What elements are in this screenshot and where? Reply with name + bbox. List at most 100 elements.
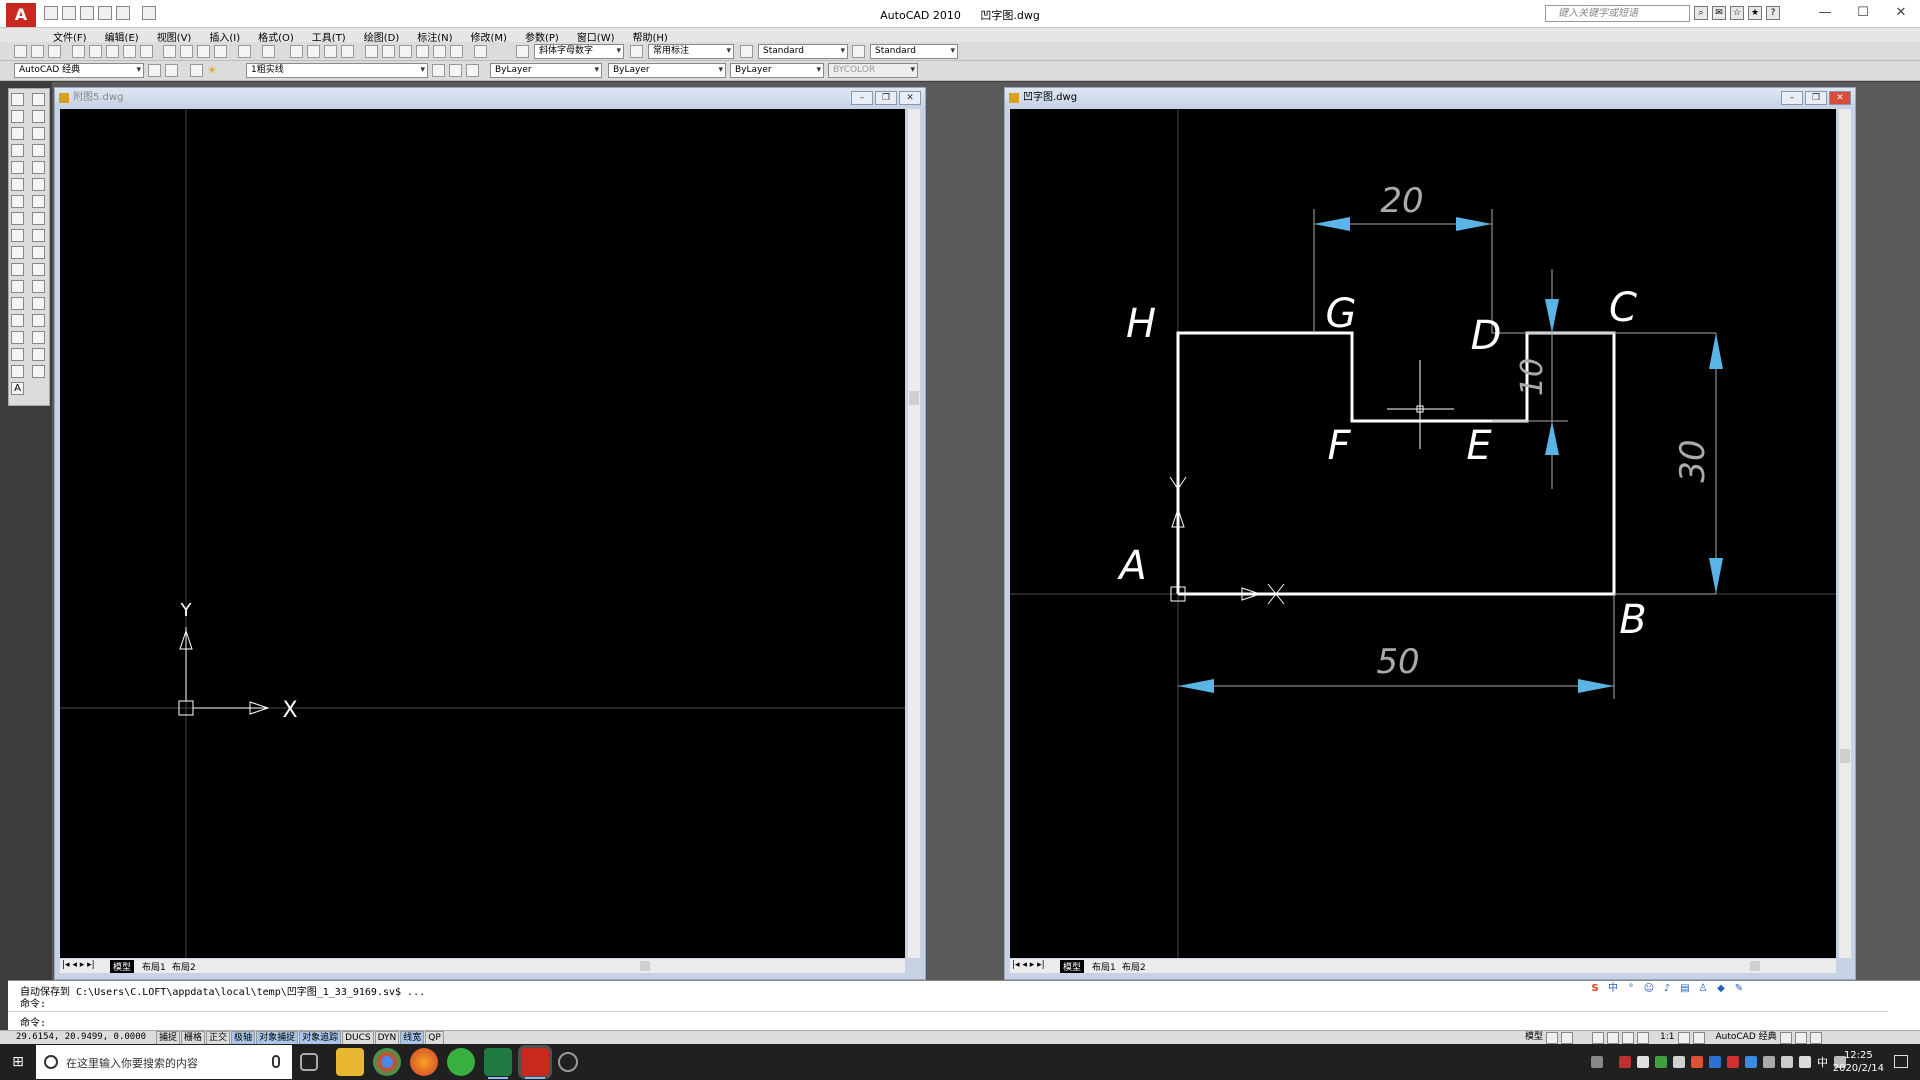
scale-icon[interactable]	[32, 212, 45, 225]
ellipse-icon[interactable]	[11, 246, 24, 259]
menu-window[interactable]: 窗口(W)	[568, 28, 624, 44]
text-style-icon[interactable]	[516, 45, 529, 58]
restore-icon[interactable]: ❐	[1805, 91, 1827, 105]
tab-layout2[interactable]: 布局2	[172, 960, 196, 973]
annotation-scale[interactable]: 1:1	[1660, 1031, 1674, 1044]
revcloud-icon[interactable]	[11, 212, 24, 225]
volume-icon[interactable]	[1799, 1056, 1811, 1068]
wechat-tray-icon[interactable]	[1655, 1056, 1667, 1068]
explode-icon[interactable]	[32, 365, 45, 378]
favorites-icon[interactable]: ★	[1748, 6, 1762, 20]
taskbar-clock[interactable]: 12:25 2020/2/14	[1833, 1049, 1884, 1075]
drawing-canvas-right[interactable]: 20 10 30 50 A B C D E F G H	[1010, 109, 1836, 958]
chamfer-icon[interactable]	[32, 331, 45, 344]
spline-icon[interactable]	[11, 229, 24, 242]
tab-layout1[interactable]: 布局1	[142, 960, 166, 973]
app-tray-icon[interactable]	[1637, 1056, 1649, 1068]
toggle-polar[interactable]: 极轴	[231, 1031, 256, 1045]
help-icon[interactable]	[474, 45, 487, 58]
hatch-icon[interactable]	[11, 331, 24, 344]
ime-skin-icon[interactable]: ♙	[1696, 982, 1710, 996]
sheet-set-icon[interactable]	[416, 45, 429, 58]
binoculars-icon[interactable]: ⌕	[1694, 6, 1708, 20]
scroll-thumb[interactable]	[1840, 749, 1850, 763]
menu-tools[interactable]: 工具(T)	[303, 28, 355, 44]
menu-help[interactable]: 帮助(H)	[624, 28, 677, 44]
toggle-snap[interactable]: 捕捉	[156, 1031, 181, 1045]
workspace-select[interactable]: AutoCAD 经典	[14, 63, 144, 78]
toggle-ducs[interactable]: DUCS	[342, 1031, 374, 1045]
fillet-icon[interactable]	[32, 348, 45, 361]
cut-icon[interactable]	[140, 45, 153, 58]
document-title-left[interactable]: 附图5.dwg – ❐ ✕	[55, 88, 925, 108]
lock-icon[interactable]	[1779, 1031, 1792, 1044]
paste-icon[interactable]	[180, 45, 193, 58]
multileader-style-select[interactable]: Standard	[870, 44, 958, 59]
insert-block-icon[interactable]	[11, 280, 24, 293]
annotation-visibility-icon[interactable]	[1677, 1031, 1690, 1044]
extend-icon[interactable]	[32, 263, 45, 276]
erase-icon[interactable]	[32, 93, 45, 106]
text-style-select[interactable]: 斜体字母数字	[534, 44, 624, 59]
save-icon[interactable]	[48, 45, 61, 58]
toggle-qp[interactable]: QP	[425, 1031, 444, 1045]
taskbar-search-input[interactable]: 在这里输入你要搜索的内容	[36, 1045, 292, 1079]
redo-icon[interactable]	[262, 45, 275, 58]
file-explorer-icon[interactable]	[336, 1048, 364, 1076]
polygon-icon[interactable]	[11, 144, 24, 157]
table-style-select[interactable]: Standard	[758, 44, 848, 59]
stretch-icon[interactable]	[32, 229, 45, 242]
search-input[interactable]: 键入关键字或短语	[1545, 5, 1690, 22]
copy-object-icon[interactable]	[32, 110, 45, 123]
publish-icon[interactable]	[106, 45, 119, 58]
copy-icon[interactable]	[163, 45, 176, 58]
3d-print-icon[interactable]	[123, 45, 136, 58]
tool-palettes-icon[interactable]	[399, 45, 412, 58]
minimize-icon[interactable]: –	[1781, 91, 1803, 105]
menu-modify[interactable]: 修改(M)	[462, 28, 516, 44]
plot-icon[interactable]	[72, 45, 85, 58]
zoom-window-icon[interactable]	[324, 45, 337, 58]
toggle-osnap[interactable]: 对象捕捉	[256, 1031, 299, 1045]
auto-scale-icon[interactable]	[1692, 1031, 1705, 1044]
chrome-icon[interactable]	[373, 1048, 401, 1076]
menu-insert[interactable]: 插入(I)	[200, 28, 249, 44]
minimize-icon[interactable]: –	[851, 91, 873, 105]
scroll-thumb[interactable]	[909, 391, 919, 405]
pan-icon[interactable]	[1592, 1031, 1605, 1044]
ime-language-label[interactable]: 中	[1606, 982, 1620, 996]
autocad-taskbar-icon[interactable]	[521, 1048, 549, 1079]
minimize-icon[interactable]: —	[1806, 0, 1844, 28]
onedrive-icon[interactable]	[1673, 1056, 1685, 1068]
ime-shirt-icon[interactable]: ◆	[1714, 982, 1728, 996]
workspace-switch[interactable]: AutoCAD 经典	[1716, 1031, 1777, 1044]
menu-format[interactable]: 格式(O)	[249, 28, 303, 44]
ime-emoji-icon[interactable]: ☺	[1642, 982, 1656, 996]
tray-settings-icon[interactable]	[1794, 1031, 1807, 1044]
zoom-realtime-icon[interactable]	[307, 45, 320, 58]
make-block-icon[interactable]	[11, 297, 24, 310]
properties-icon[interactable]	[365, 45, 378, 58]
gradient-icon[interactable]	[11, 348, 24, 361]
tab-layout1[interactable]: 布局1	[1092, 960, 1116, 973]
design-center-icon[interactable]	[382, 45, 395, 58]
trim-icon[interactable]	[32, 246, 45, 259]
qnew-icon[interactable]	[14, 45, 27, 58]
security-icon[interactable]	[1619, 1056, 1631, 1068]
task-view-icon[interactable]	[300, 1053, 318, 1071]
hscroll-thumb[interactable]	[1750, 961, 1760, 971]
layer-on-icon[interactable]: ☀	[207, 64, 220, 77]
cloud-icon[interactable]	[1709, 1056, 1721, 1068]
close-icon[interactable]: ✕	[899, 91, 921, 105]
steering-wheel-icon[interactable]	[1622, 1031, 1635, 1044]
lineweight-select[interactable]: ByLayer	[730, 63, 824, 78]
close-icon[interactable]: ✕	[1882, 0, 1920, 28]
zoom-previous-icon[interactable]	[341, 45, 354, 58]
arc-icon[interactable]	[11, 178, 24, 191]
network-icon[interactable]	[1763, 1056, 1775, 1068]
toggle-dyn[interactable]: DYN	[374, 1031, 400, 1045]
open-icon[interactable]	[31, 45, 44, 58]
command-prompt-input[interactable]: 命令:	[20, 1014, 46, 1029]
table-style-icon[interactable]	[740, 45, 753, 58]
close-icon[interactable]: ✕	[1829, 91, 1851, 105]
